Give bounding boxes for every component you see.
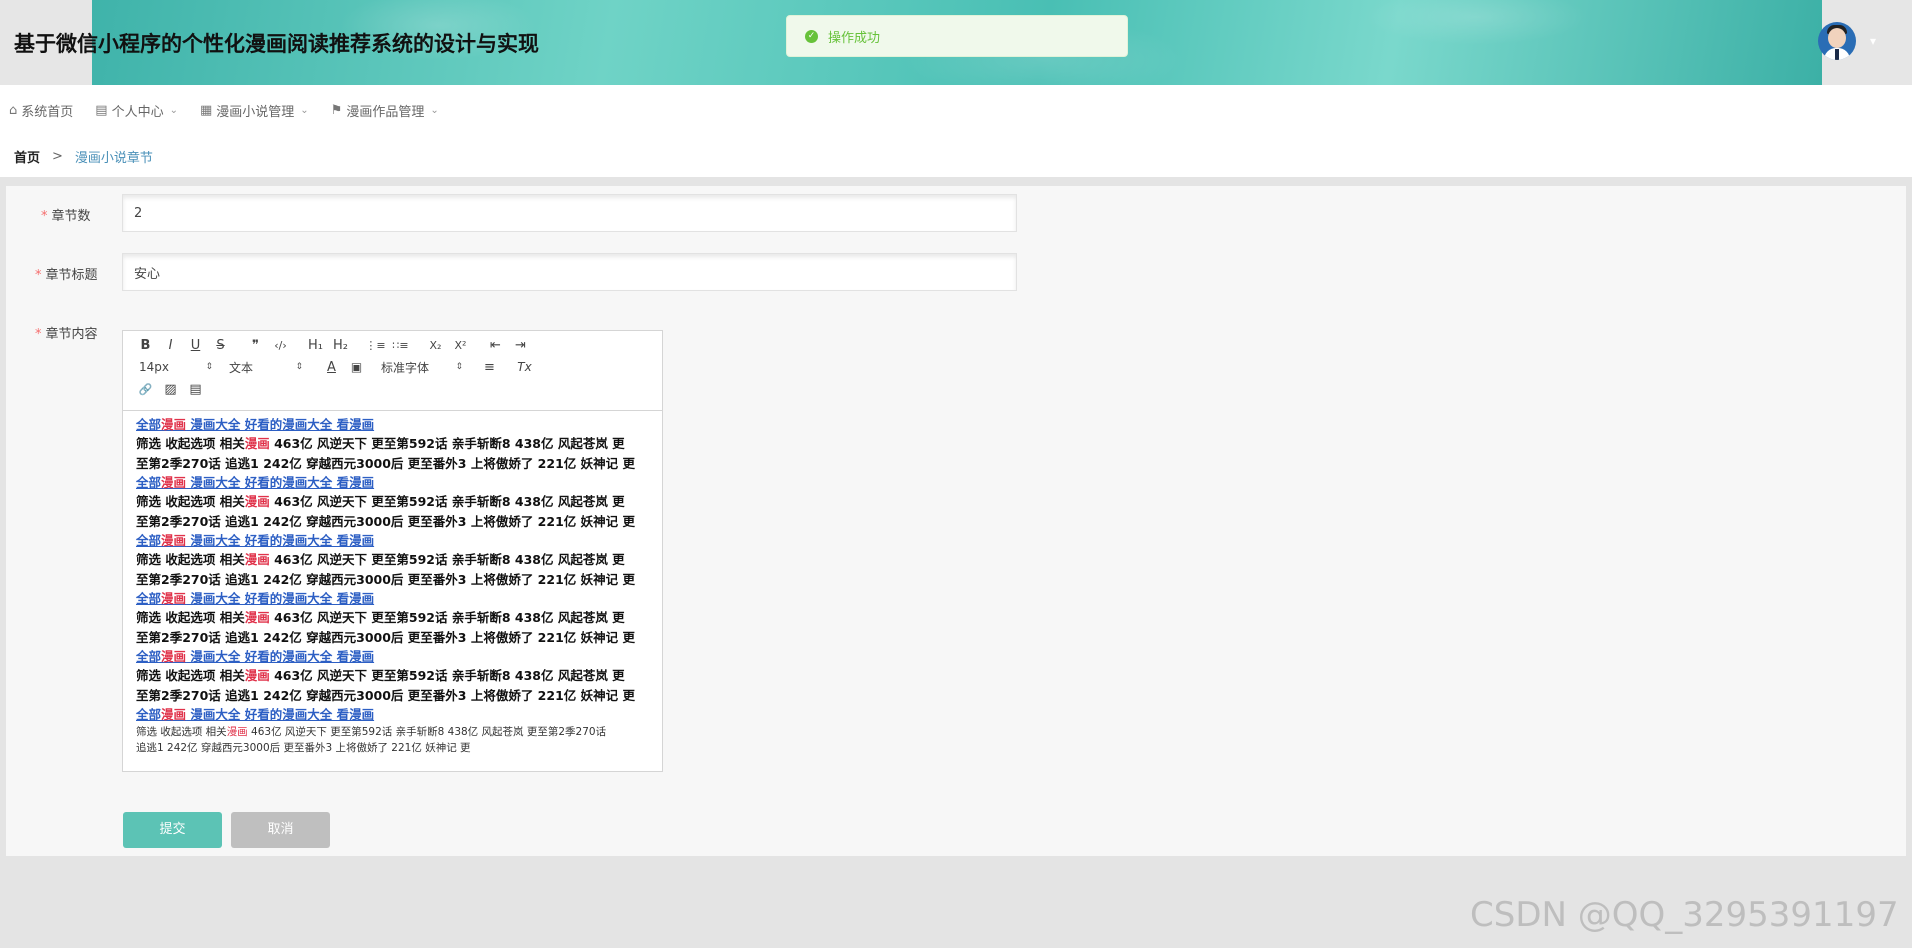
avatar-tie bbox=[1835, 49, 1839, 60]
chapter-title-input[interactable] bbox=[122, 253, 1017, 291]
rich-text-editor[interactable]: B I U S ❞ ‹/› H₁ H₂ ⋮≡ ∷≡ X₂ X² ⇤ ⇥ 14px… bbox=[122, 330, 663, 772]
content-body-line: 至第2季270话 追逃1 242亿 穿越西元3000后 更至番外3 上将傲娇了 … bbox=[136, 687, 635, 703]
content-body-line: 筛选 收起选项 相关漫画 463亿 风逆天下 更至第592话 亲手斩断8 438… bbox=[136, 610, 625, 625]
content-link-line[interactable]: 全部漫画 漫画大全 好看的漫画大全 看漫画 bbox=[136, 705, 650, 724]
image-icon[interactable]: ▨ bbox=[158, 382, 183, 397]
content-body-line: 至第2季270话 追逃1 242亿 穿越西元3000后 更至番外3 上将傲娇了 … bbox=[136, 629, 635, 645]
check-circle-icon: ✓ bbox=[805, 29, 818, 43]
label-text: 章节数 bbox=[51, 209, 91, 224]
font-color-icon[interactable]: A bbox=[319, 360, 344, 375]
subscript-icon[interactable]: X₂ bbox=[423, 339, 448, 352]
content-link-line[interactable]: 全部漫画 漫画大全 好看的漫画大全 看漫画 bbox=[136, 473, 650, 492]
content-link-line[interactable]: 全部漫画 漫画大全 好看的漫画大全 看漫画 bbox=[136, 647, 650, 666]
outdent-icon[interactable]: ⇤ bbox=[483, 338, 508, 353]
text-format-value: 文本 bbox=[229, 360, 254, 375]
clear-format-icon[interactable]: Tx bbox=[512, 360, 537, 374]
cancel-button[interactable]: 取消 bbox=[231, 812, 330, 848]
avatar[interactable] bbox=[1818, 22, 1856, 60]
editor-toolbar: B I U S ❞ ‹/› H₁ H₂ ⋮≡ ∷≡ X₂ X² ⇤ ⇥ 14px… bbox=[123, 331, 662, 411]
content-body-line: 至第2季270话 追逃1 242亿 穿越西元3000后 更至番外3 上将傲娇了 … bbox=[136, 455, 635, 471]
breadcrumb-current: 漫画小说章节 bbox=[74, 150, 153, 166]
required-mark: * bbox=[35, 327, 42, 342]
toolbar-row-3: 🔗 ▨ ▤ bbox=[133, 379, 208, 399]
select-arrows-icon: ⇕ bbox=[205, 362, 213, 372]
chevron-down-icon: ⌄ bbox=[430, 104, 439, 116]
nav-item-personal-center[interactable]: ▤ 个人中心 ⌄ bbox=[95, 101, 178, 120]
chevron-down-icon: ⌄ bbox=[300, 104, 309, 116]
heading1-icon[interactable]: H₁ bbox=[303, 338, 328, 353]
select-arrows-icon: ⇕ bbox=[455, 362, 463, 372]
breadcrumb-separator: > bbox=[52, 148, 63, 164]
video-icon[interactable]: ▤ bbox=[183, 382, 208, 397]
watermark: CSDN @QQ_3295391197 bbox=[1470, 895, 1899, 935]
nav-item-label: 漫画作品管理 bbox=[346, 104, 425, 120]
nav-item-label: 系统首页 bbox=[21, 104, 74, 120]
content-link-line[interactable]: 全部漫画 漫画大全 好看的漫画大全 看漫画 bbox=[136, 589, 650, 608]
content-body-line: 筛选 收起选项 相关漫画 463亿 风逆天下 更至第592话 亲手斩断8 438… bbox=[136, 668, 625, 683]
bullet-list-icon[interactable]: ∷≡ bbox=[388, 339, 413, 352]
toolbar-row-1: B I U S ❞ ‹/› H₁ H₂ ⋮≡ ∷≡ X₂ X² ⇤ ⇥ bbox=[133, 335, 533, 355]
breadcrumb: 首页 > 漫画小说章节 bbox=[0, 135, 1912, 177]
profile-card-icon: ▤ bbox=[95, 102, 108, 118]
grid-icon: ▦ bbox=[199, 102, 213, 118]
content-link-line[interactable]: 全部漫画 漫画大全 好看的漫画大全 看漫画 bbox=[136, 531, 650, 550]
italic-icon[interactable]: I bbox=[158, 338, 183, 353]
font-family-select[interactable]: 标准字体 ⇕ bbox=[379, 359, 463, 376]
required-mark: * bbox=[35, 268, 42, 283]
underline-icon[interactable]: U bbox=[183, 338, 208, 353]
avatar-face bbox=[1828, 28, 1846, 48]
nav-item-comic-novel-management[interactable]: ▦ 漫画小说管理 ⌄ bbox=[200, 101, 309, 120]
nav-item-comic-works-management[interactable]: ⚑ 漫画作品管理 ⌄ bbox=[331, 101, 439, 120]
editor-content[interactable]: 全部漫画 漫画大全 好看的漫画大全 看漫画 筛选 收起选项 相关漫画 463亿 … bbox=[123, 411, 662, 771]
chapter-content-label: * 章节内容 bbox=[35, 323, 98, 342]
home-icon: ⌂ bbox=[9, 102, 18, 118]
content-body-line: 至第2季270话 追逃1 242亿 穿越西元3000后 更至番外3 上将傲娇了 … bbox=[136, 571, 635, 587]
nav-item-label: 个人中心 bbox=[111, 104, 164, 120]
ordered-list-icon[interactable]: ⋮≡ bbox=[363, 339, 388, 352]
toast-message: 操作成功 bbox=[828, 30, 881, 46]
font-family-value: 标准字体 bbox=[381, 360, 430, 375]
chapter-num-label: * 章节数 bbox=[41, 205, 91, 224]
heading2-icon[interactable]: H₂ bbox=[328, 338, 353, 353]
strikethrough-icon[interactable]: S bbox=[208, 338, 233, 353]
indent-icon[interactable]: ⇥ bbox=[508, 338, 533, 353]
content-link-line[interactable]: 全部漫画 漫画大全 好看的漫画大全 看漫画 bbox=[136, 415, 650, 434]
content-small-line: 筛选 收起选项 相关漫画 463亿 风逆天下 更至第592话 亲手斩断8 438… bbox=[136, 726, 607, 738]
blockquote-icon[interactable]: ❞ bbox=[243, 338, 268, 353]
select-arrows-icon: ⇕ bbox=[295, 362, 303, 372]
content-body-line: 筛选 收起选项 相关漫画 463亿 风逆天下 更至第592话 亲手斩断8 438… bbox=[136, 494, 625, 509]
toolbar-row-2: 14px ⇕ 文本 ⇕ A ▣ 标准字体 ⇕ ≡ Tx bbox=[137, 357, 537, 377]
top-nav: ⌂ 系统首页 ▤ 个人中心 ⌄ ▦ 漫画小说管理 ⌄ ⚑ 漫画作品管理 ⌄ bbox=[0, 85, 1912, 135]
success-toast: ✓ 操作成功 bbox=[786, 15, 1128, 57]
label-text: 章节内容 bbox=[45, 327, 98, 342]
text-format-select[interactable]: 文本 ⇕ bbox=[227, 359, 303, 376]
chevron-down-icon: ⌄ bbox=[169, 104, 178, 116]
bold-icon[interactable]: B bbox=[133, 338, 158, 353]
content-body-line: 至第2季270话 追逃1 242亿 穿越西元3000后 更至番外3 上将傲娇了 … bbox=[136, 513, 635, 529]
app-title: 基于微信小程序的个性化漫画阅读推荐系统的设计与实现 bbox=[14, 32, 539, 56]
label-text: 章节标题 bbox=[45, 268, 98, 283]
chevron-down-icon[interactable]: ▾ bbox=[1870, 34, 1876, 48]
font-size-value: 14px bbox=[139, 360, 169, 374]
nav-item-label: 漫画小说管理 bbox=[216, 104, 295, 120]
nav-item-home[interactable]: ⌂ 系统首页 bbox=[9, 101, 73, 120]
link-icon[interactable]: 🔗 bbox=[133, 383, 158, 396]
form-panel: *章节数 *章节标题 *章节内容 B I U S ❞ ‹/› H₁ H₂ ⋮≡ … bbox=[6, 186, 1906, 856]
required-mark: * bbox=[41, 209, 48, 224]
align-left-icon[interactable]: ≡ bbox=[477, 360, 502, 375]
submit-button[interactable]: 提交 bbox=[123, 812, 222, 848]
chapter-num-input[interactable] bbox=[122, 194, 1017, 232]
background-color-icon[interactable]: ▣ bbox=[344, 360, 369, 374]
superscript-icon[interactable]: X² bbox=[448, 339, 473, 352]
font-size-select[interactable]: 14px ⇕ bbox=[137, 360, 213, 374]
content-small-line: 追逃1 242亿 穿越西元3000后 更至番外3 上将傲娇了 221亿 妖神记 … bbox=[136, 742, 471, 754]
flag-icon: ⚑ bbox=[330, 102, 343, 118]
chapter-title-label: * 章节标题 bbox=[35, 264, 98, 283]
breadcrumb-home[interactable]: 首页 bbox=[14, 147, 40, 166]
content-body-line: 筛选 收起选项 相关漫画 463亿 风逆天下 更至第592话 亲手斩断8 438… bbox=[136, 436, 625, 451]
code-block-icon[interactable]: ‹/› bbox=[268, 339, 293, 352]
content-body-line: 筛选 收起选项 相关漫画 463亿 风逆天下 更至第592话 亲手斩断8 438… bbox=[136, 552, 625, 567]
